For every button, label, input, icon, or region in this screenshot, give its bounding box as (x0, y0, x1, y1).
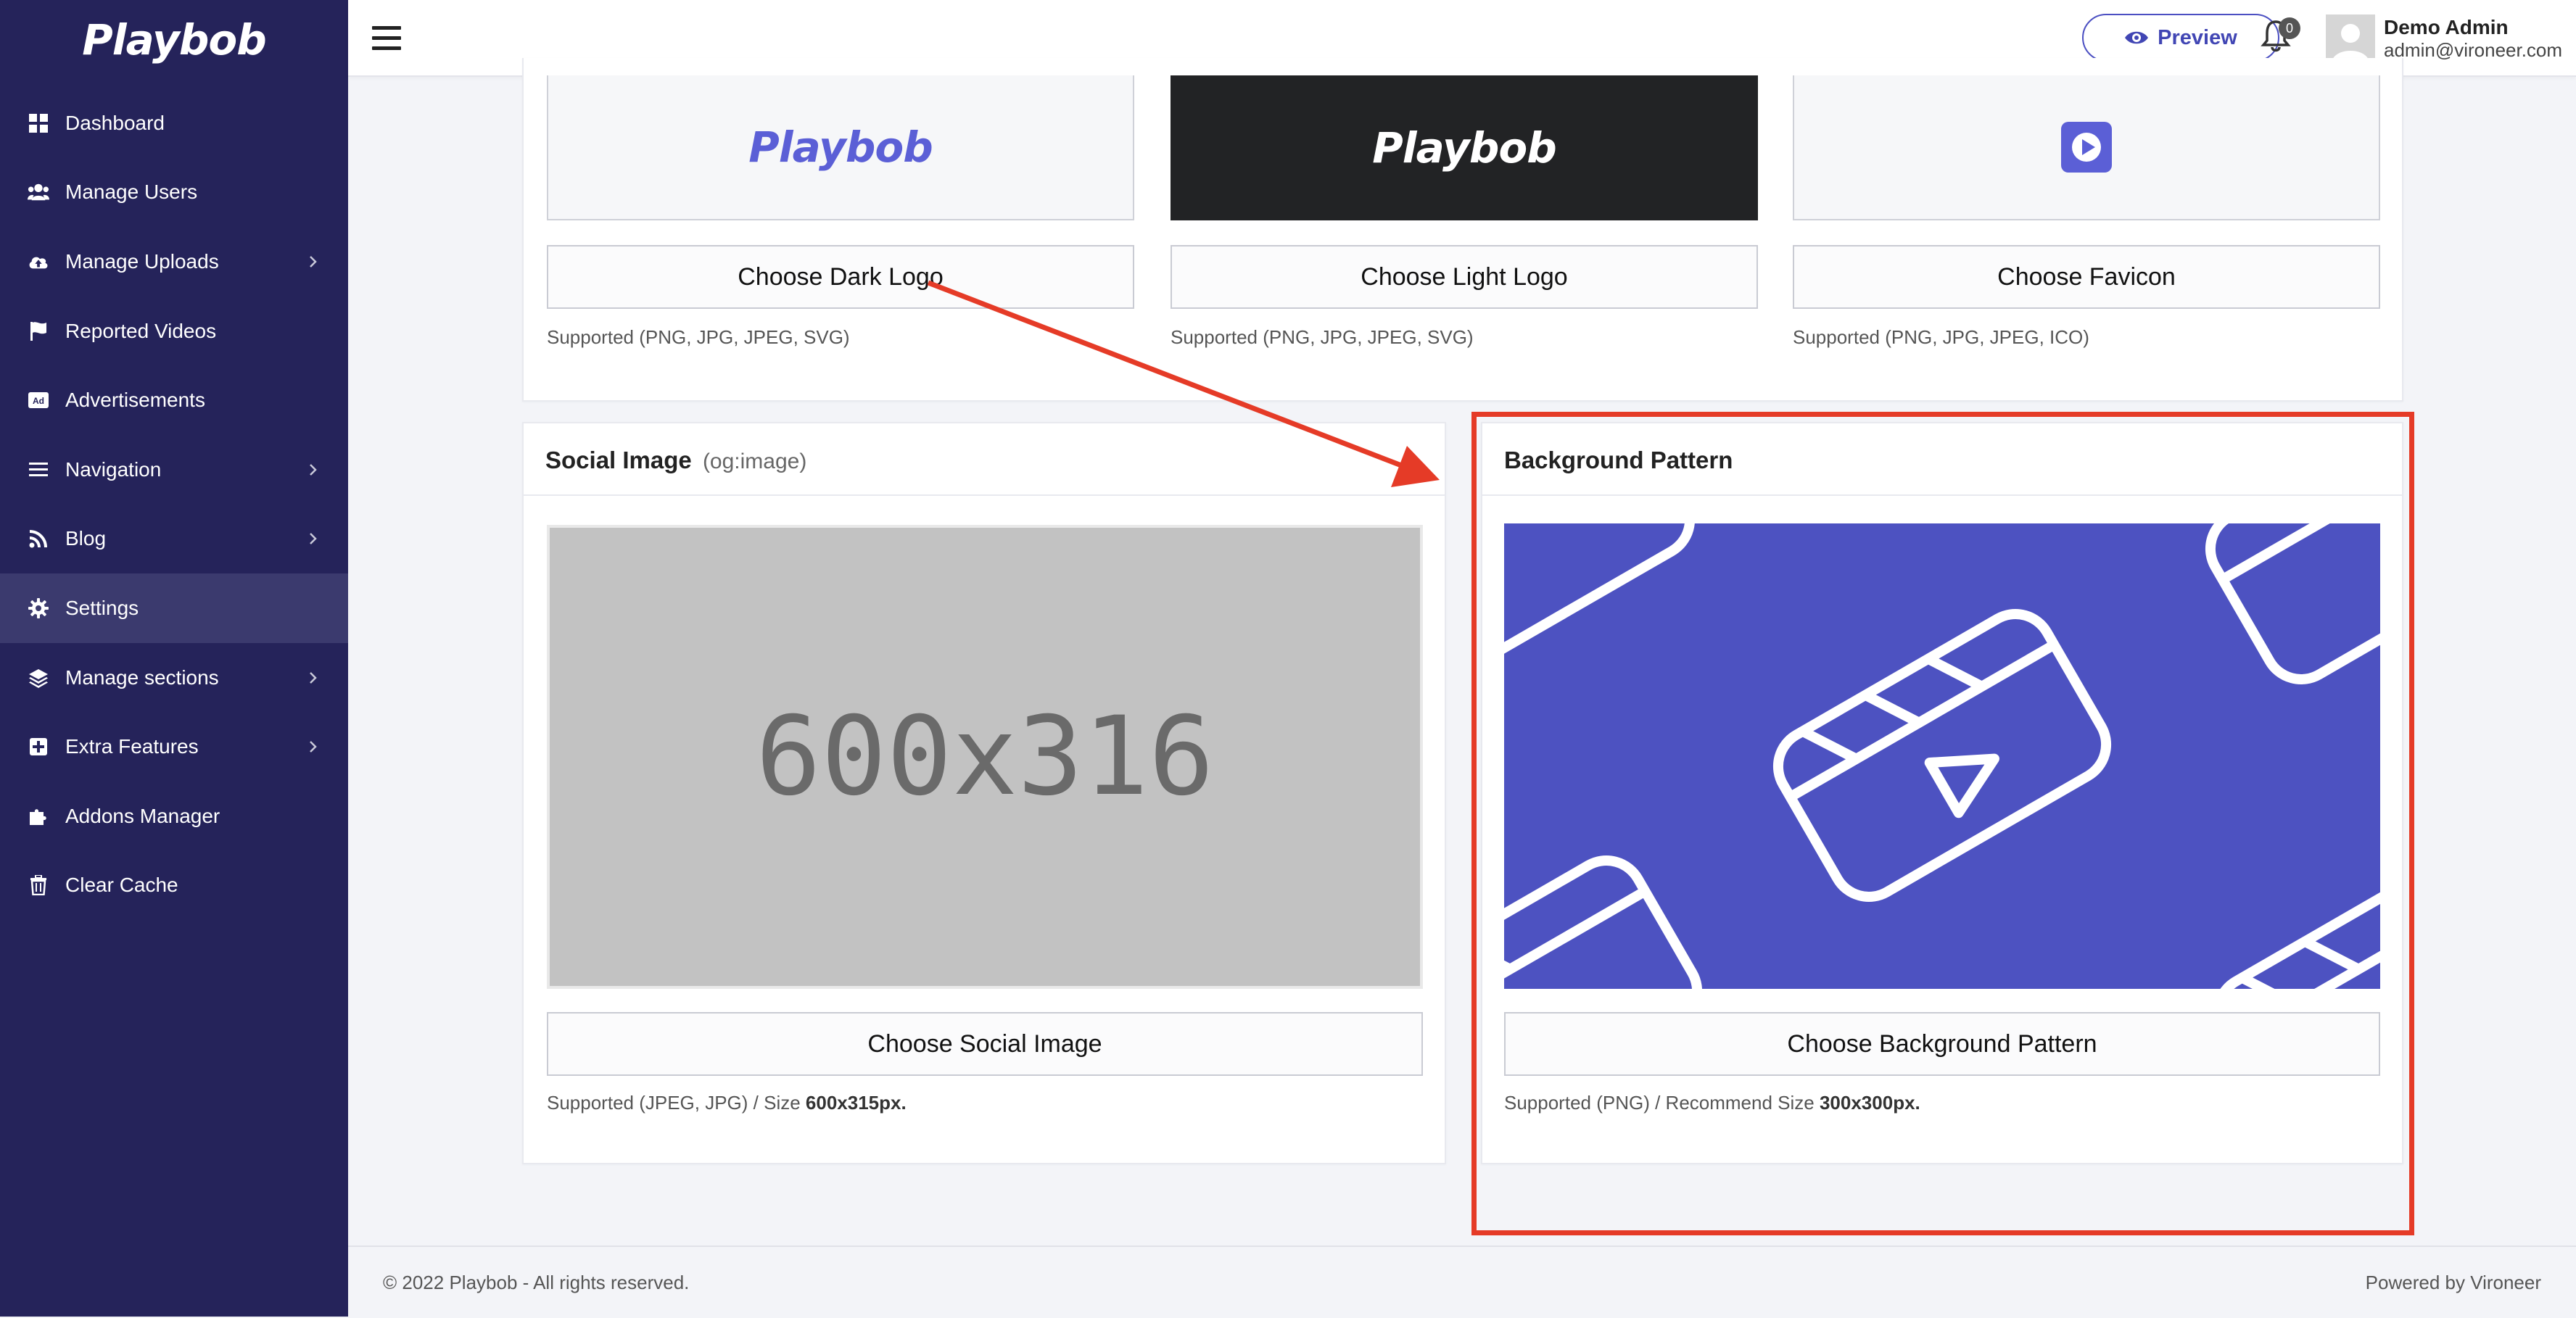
sidebar: Playbob Dashboard Manage Users Manage Up… (0, 0, 348, 1317)
light-logo-help: Supported (PNG, JPG, JPEG, SVG) (1171, 326, 1474, 348)
user-email: admin@vironeer.com (2384, 39, 2563, 61)
sidebar-item-blog[interactable]: Blog (0, 505, 348, 574)
dark-logo-text: Playbob (748, 123, 933, 172)
rss-icon (28, 528, 49, 550)
sidebar-item-addons-manager[interactable]: Addons Manager (0, 782, 348, 851)
footer-copyright: © 2022 Playbob - All rights reserved. (383, 1272, 690, 1293)
background-pattern-help: Supported (PNG) / Recommend Size 300x300… (1504, 1092, 1920, 1114)
sidebar-nav: Dashboard Manage Users Manage Uploads Re… (0, 88, 348, 920)
sidebar-item-label: Manage Uploads (65, 249, 219, 273)
menu-toggle-icon[interactable] (372, 26, 401, 51)
plus-square-icon (28, 736, 49, 758)
preview-button[interactable]: Preview (2082, 14, 2279, 62)
chevron-right-icon (310, 463, 317, 476)
logos-card: Playbob Playbob Choose Dark Logo Choose … (522, 58, 2403, 402)
svg-text:Ad: Ad (33, 396, 44, 406)
eye-icon (2125, 31, 2149, 44)
flag-icon (28, 320, 49, 342)
sidebar-item-label: Navigation (65, 457, 162, 481)
trash-icon (28, 874, 49, 896)
social-image-help: Supported (JPEG, JPG) / Size 600x315px. (547, 1092, 907, 1114)
favicon-preview (1793, 75, 2380, 220)
background-help-size: 300x300px. (1819, 1092, 1920, 1114)
background-title: Background Pattern (1504, 447, 1733, 473)
chevron-right-icon (310, 741, 317, 753)
sidebar-item-label: Clear Cache (65, 874, 178, 897)
cloud-upload-icon (28, 251, 49, 273)
sidebar-item-settings[interactable]: Settings (0, 573, 348, 643)
user-name[interactable]: Demo Admin (2384, 16, 2509, 39)
card-title: Social Image (og:image) (545, 447, 806, 474)
sidebar-item-label: Addons Manager (65, 804, 220, 827)
gear-icon (28, 597, 49, 619)
sidebar-item-label: Reported Videos (65, 319, 217, 342)
choose-light-logo-button[interactable]: Choose Light Logo (1171, 245, 1758, 309)
choose-background-pattern-button[interactable]: Choose Background Pattern (1504, 1012, 2380, 1076)
users-icon (28, 181, 49, 203)
social-image-preview: 600x316 (547, 525, 1423, 989)
footer-powered-by[interactable]: Powered by Vironeer (2366, 1272, 2541, 1294)
sidebar-brand[interactable]: Playbob (0, 0, 348, 80)
ad-icon: Ad (28, 389, 49, 411)
dark-logo-preview: Playbob (547, 75, 1134, 220)
sidebar-item-manage-sections[interactable]: Manage sections (0, 643, 348, 713)
chevron-right-icon (310, 533, 317, 545)
sidebar-item-manage-uploads[interactable]: Manage Uploads (0, 227, 348, 297)
avatar[interactable] (2326, 14, 2375, 64)
footer: © 2022 Playbob - All rights reserved. Po… (348, 1246, 2576, 1318)
light-logo-text: Playbob (1372, 123, 1556, 173)
background-pattern-preview (1504, 523, 2380, 989)
social-title: Social Image (545, 447, 692, 473)
dashboard-icon (28, 112, 49, 134)
choose-favicon-button[interactable]: Choose Favicon (1793, 245, 2380, 309)
list-icon (28, 459, 49, 481)
sidebar-item-navigation[interactable]: Navigation (0, 435, 348, 505)
chevron-right-icon (310, 256, 317, 268)
card-header: Background Pattern (1482, 423, 2402, 496)
sidebar-item-reported-videos[interactable]: Reported Videos (0, 297, 348, 366)
sidebar-item-label: Settings (65, 596, 139, 619)
puzzle-icon (28, 805, 49, 827)
social-help-size: 600x315px. (805, 1092, 907, 1114)
sidebar-item-clear-cache[interactable]: Clear Cache (0, 851, 348, 921)
background-help-text: Supported (PNG) / Recommend Size (1504, 1092, 1820, 1114)
layers-icon (28, 667, 49, 689)
preview-label: Preview (2158, 25, 2237, 49)
sidebar-item-dashboard[interactable]: Dashboard (0, 88, 348, 158)
sidebar-item-label: Blog (65, 527, 107, 550)
chevron-right-icon (310, 671, 317, 684)
social-title-note: (og:image) (702, 449, 807, 473)
card-header: Social Image (og:image) (524, 423, 1445, 496)
sidebar-item-advertisements[interactable]: Ad Advertisements (0, 365, 348, 435)
choose-dark-logo-button[interactable]: Choose Dark Logo (547, 245, 1134, 309)
favicon-help: Supported (PNG, JPG, JPEG, ICO) (1793, 326, 2089, 348)
light-logo-preview: Playbob (1171, 75, 1758, 220)
play-icon (2061, 122, 2112, 173)
sidebar-item-label: Extra Features (65, 735, 199, 758)
sidebar-item-label: Advertisements (65, 389, 205, 412)
social-help-text: Supported (JPEG, JPG) / Size (547, 1092, 806, 1114)
sidebar-item-label: Manage Users (65, 181, 198, 204)
sidebar-item-label: Manage sections (65, 666, 219, 689)
notification-badge: 0 (2279, 17, 2300, 39)
sidebar-item-manage-users[interactable]: Manage Users (0, 158, 348, 228)
sidebar-item-extra-features[interactable]: Extra Features (0, 712, 348, 782)
sidebar-item-label: Dashboard (65, 111, 165, 134)
dark-logo-help: Supported (PNG, JPG, JPEG, SVG) (547, 326, 850, 348)
social-image-card: Social Image (og:image) 600x316 Choose S… (522, 422, 1446, 1164)
background-pattern-card: Background Pattern Choose Background Pat… (1481, 422, 2403, 1164)
placeholder-size-text: 600x316 (755, 694, 1215, 820)
brand-logo[interactable]: Playbob (82, 15, 266, 65)
choose-social-image-button[interactable]: Choose Social Image (547, 1012, 1423, 1076)
